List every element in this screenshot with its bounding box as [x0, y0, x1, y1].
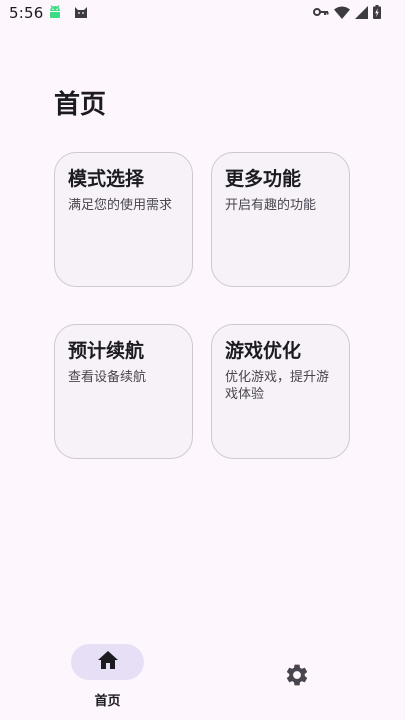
game-optimization-card[interactable]: 游戏优化 优化游戏，提升游戏体验 [211, 324, 350, 459]
card-title: 更多功能 [225, 168, 302, 190]
card-description: 优化游戏，提升游戏体验 [225, 370, 330, 402]
home-icon [97, 650, 119, 674]
card-description: 查看设备续航 [68, 370, 147, 385]
settings-gear-icon [284, 664, 310, 692]
vpn-key-icon [313, 6, 329, 18]
status-time: 5:56 [9, 4, 44, 22]
card-description: 满足您的使用需求 [68, 198, 173, 213]
signal-icon [355, 5, 368, 19]
cat-app-icon [74, 5, 88, 19]
card-title: 模式选择 [68, 168, 145, 190]
battery-estimate-card[interactable]: 预计续航 查看设备续航 [54, 324, 193, 459]
status-right-icons [313, 5, 381, 19]
card-title: 游戏优化 [225, 340, 302, 362]
card-description: 开启有趣的功能 [225, 198, 317, 213]
status-left-icons [48, 5, 88, 19]
nav-item-settings[interactable] [284, 662, 310, 688]
nav-item-home[interactable]: 首页 [71, 644, 144, 709]
page-title: 首页 [54, 90, 107, 120]
nav-home-label: 首页 [94, 694, 121, 709]
card-title: 预计续航 [68, 340, 145, 362]
wifi-icon [334, 6, 350, 19]
battery-charging-icon [373, 5, 381, 19]
android-debug-icon [48, 5, 62, 19]
app-screen: 5:56 首页 模式选择 满足您的使用需求 更多功能 开启有趣的功能 预计续航 … [0, 0, 405, 720]
nav-active-indicator[interactable] [71, 644, 144, 680]
bottom-navigation: 首页 [0, 630, 405, 720]
mode-select-card[interactable]: 模式选择 满足您的使用需求 [54, 152, 193, 287]
status-bar: 5:56 [0, 0, 405, 26]
more-features-card[interactable]: 更多功能 开启有趣的功能 [211, 152, 350, 287]
